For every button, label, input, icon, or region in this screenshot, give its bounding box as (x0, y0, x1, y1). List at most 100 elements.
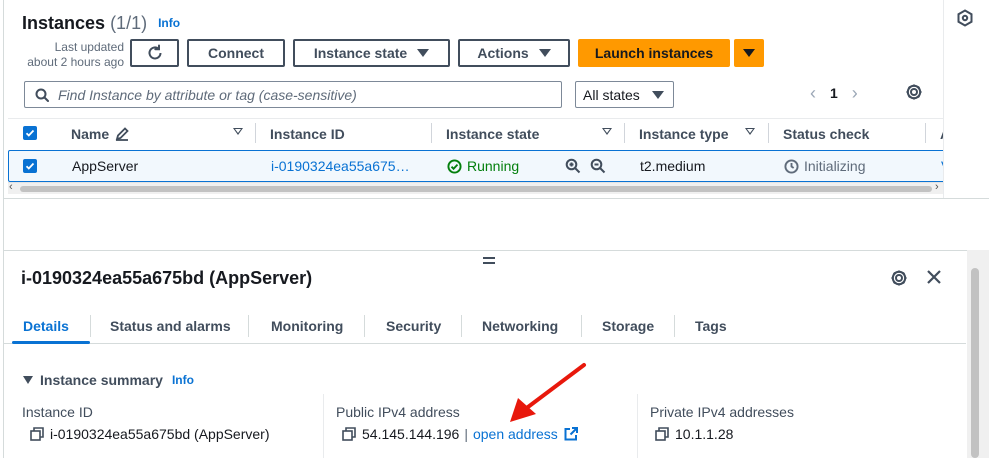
status-text: Initializing (804, 158, 866, 174)
active-tab-indicator (12, 341, 90, 344)
pagination: ‹ 1 › (810, 81, 858, 105)
search-bar[interactable] (24, 81, 562, 108)
zoom-in-icon[interactable] (565, 158, 581, 174)
cell-instance-id[interactable]: i-0190324ea55a675… (271, 151, 410, 181)
scroll-left-icon[interactable]: ‹ (9, 181, 13, 193)
instance-count: (1/1) (110, 13, 148, 33)
select-all-checkbox[interactable] (23, 126, 37, 140)
collapse-icon[interactable] (23, 376, 33, 384)
separator: | (464, 426, 468, 442)
private-ip-value: 10.1.1.28 (655, 426, 733, 442)
tab-details[interactable]: Details (23, 310, 69, 342)
tab-monitoring[interactable]: Monitoring (271, 310, 343, 342)
caret-down-icon (743, 49, 755, 57)
row-checkbox[interactable] (23, 159, 37, 173)
instances-panel: Instances (1/1) Info Last updated about … (3, 0, 947, 198)
current-page[interactable]: 1 (830, 85, 838, 101)
column-name[interactable]: Name (71, 119, 129, 149)
table-header: Name Instance ID Instance state Instance… (8, 118, 946, 148)
instance-id-label: Instance ID (22, 404, 93, 420)
cell-instance-state: Running (447, 151, 519, 181)
horizontal-scrollbar[interactable]: ‹ › (8, 181, 946, 194)
details-title: i-0190324ea55a675bd (AppServer) (21, 268, 313, 288)
caret-down-icon (651, 90, 664, 99)
check-icon (25, 162, 35, 170)
tab-security[interactable]: Security (386, 310, 441, 342)
title-text: Instances (22, 13, 106, 33)
tab-divider (674, 315, 675, 337)
summary-info-link[interactable]: Info (172, 373, 194, 387)
zoom-out-icon[interactable] (590, 158, 606, 174)
red-annotation-arrow (510, 363, 586, 422)
search-input[interactable] (58, 86, 538, 103)
launch-instances-button[interactable]: Launch instances (578, 39, 730, 67)
last-updated-label: Last updated (54, 40, 124, 54)
tab-divider (581, 315, 582, 337)
caret-down-icon (417, 49, 430, 57)
refresh-button[interactable] (130, 39, 179, 67)
panel-gap (3, 198, 989, 250)
actions-button[interactable]: Actions (458, 39, 570, 67)
launch-dropdown-button[interactable] (734, 39, 764, 67)
instance-state-label: Instance state (313, 45, 408, 61)
scrollbar-thumb[interactable] (20, 186, 932, 192)
column-divider[interactable] (431, 123, 432, 143)
public-ip-label: Public IPv4 address (336, 404, 460, 420)
column-divider (637, 394, 638, 458)
column-instance-state[interactable]: Instance state (446, 119, 539, 149)
column-instance-id[interactable]: Instance ID (270, 119, 345, 149)
sort-icon[interactable] (602, 128, 612, 135)
last-updated: Last updated about 2 hours ago (20, 40, 124, 70)
column-instance-type[interactable]: Instance type (639, 119, 728, 149)
sort-icon[interactable] (745, 128, 755, 135)
drag-handle-icon[interactable] (482, 255, 496, 265)
details-tabs: Details Status and alarms Monitoring Sec… (4, 310, 966, 344)
column-instance-type-label: Instance type (639, 126, 729, 142)
tab-divider (461, 315, 462, 337)
edit-icon (115, 127, 129, 141)
sort-icon[interactable] (233, 128, 243, 135)
cell-name: AppServer (72, 158, 139, 174)
scroll-right-icon[interactable]: › (935, 181, 939, 193)
tab-tags[interactable]: Tags (695, 310, 727, 342)
gear-icon[interactable] (904, 82, 924, 102)
column-divider (323, 394, 324, 458)
instance-id-text: i-0190324ea55a675bd (AppServer) (50, 426, 270, 442)
check-circle-icon (447, 158, 462, 174)
table-row[interactable]: AppServer i-0190324ea55a675… Running t2.… (8, 150, 947, 182)
tab-status-and-alarms[interactable]: Status and alarms (110, 310, 231, 342)
copy-icon[interactable] (30, 427, 44, 441)
scrollbar-thumb[interactable] (971, 268, 979, 458)
column-status-check[interactable]: Status check (783, 119, 869, 149)
copy-icon[interactable] (342, 427, 356, 441)
connect-label: Connect (208, 45, 264, 61)
tab-networking[interactable]: Networking (482, 310, 558, 342)
state-text: Running (467, 158, 520, 174)
close-icon[interactable] (925, 268, 943, 286)
info-link[interactable]: Info (158, 16, 180, 30)
help-panel-icon[interactable] (956, 9, 974, 27)
column-instance-id-label: Instance ID (270, 126, 345, 142)
connect-button[interactable]: Connect (187, 39, 285, 67)
instance-id-value: i-0190324ea55a675bd (AppServer) (30, 426, 270, 442)
tab-storage[interactable]: Storage (602, 310, 654, 342)
column-divider[interactable] (624, 123, 625, 143)
instance-summary-header[interactable]: Instance summary Info (23, 372, 194, 388)
gear-icon[interactable] (889, 268, 909, 288)
column-divider[interactable] (255, 123, 256, 143)
clock-icon (784, 158, 799, 174)
state-filter-select[interactable]: All states (575, 81, 674, 108)
summary-title: Instance summary (40, 372, 163, 388)
column-divider[interactable] (925, 123, 926, 143)
private-ip-label: Private IPv4 addresses (650, 404, 794, 420)
cell-status-check: Initializing (784, 151, 865, 181)
next-page-icon[interactable]: › (852, 83, 858, 104)
prev-page-icon[interactable]: ‹ (810, 83, 816, 104)
column-name-label: Name (71, 126, 110, 142)
column-divider[interactable] (768, 123, 769, 143)
tab-divider (90, 315, 91, 337)
copy-icon[interactable] (655, 427, 669, 441)
refresh-icon (148, 44, 161, 60)
instance-state-button[interactable]: Instance state (293, 39, 450, 67)
vertical-scrollbar[interactable] (967, 250, 989, 458)
